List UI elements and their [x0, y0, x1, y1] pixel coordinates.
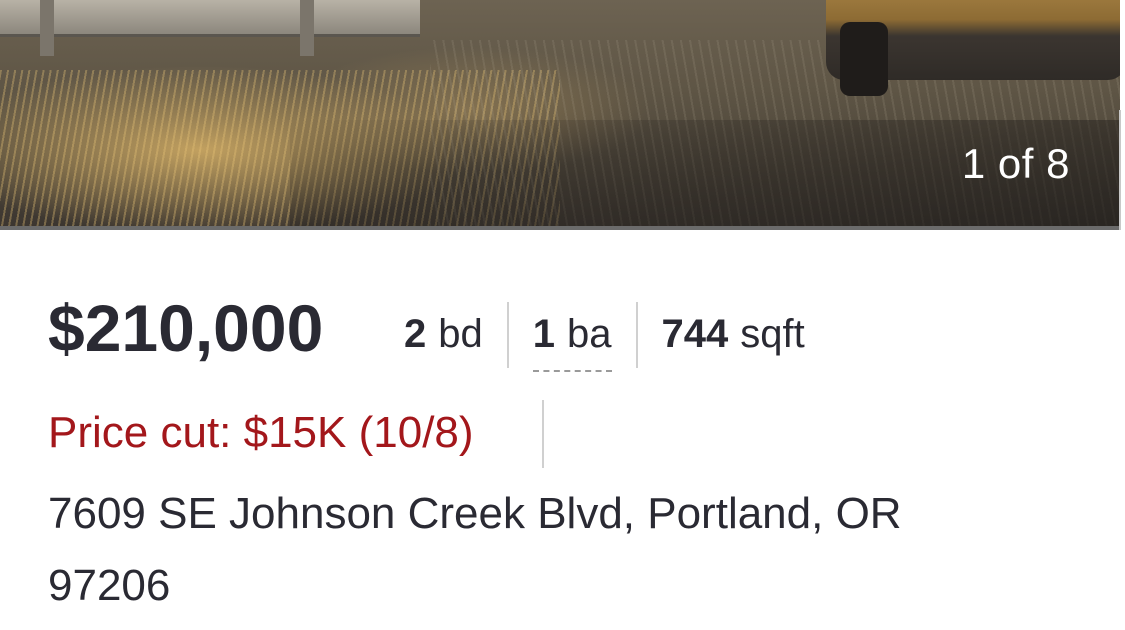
sqft-unit: sqft [740, 312, 805, 356]
price-cut-label: Price cut: $15K (10/8) [48, 408, 474, 457]
beds-unit: bd [438, 312, 483, 356]
listing-address: 7609 SE Johnson Creek Blvd, Portland, OR… [48, 478, 1048, 622]
baths-fact[interactable]: 1 ba [532, 302, 612, 372]
photo-fence [0, 0, 420, 37]
baths-unit: ba [567, 312, 612, 356]
photo-fence-post [300, 0, 314, 56]
photo-car-tire [840, 22, 888, 96]
baths-count: 1 [532, 312, 555, 356]
address-line-1: 7609 SE Johnson Creek Blvd, Portland, OR [48, 489, 902, 538]
beds-fact: 2 bd [404, 302, 483, 368]
right-edge-line [1119, 110, 1121, 230]
price-cut-divider [542, 400, 544, 468]
right-edge [1120, 0, 1125, 630]
sqft-fact: 744 sqft [662, 302, 805, 368]
photo-counter: 1 of 8 [961, 140, 1070, 187]
photo-fence-post [40, 0, 54, 56]
listing-photo[interactable]: 1 of 8 [0, 0, 1120, 226]
facts-divider [635, 302, 638, 368]
listing-card: 1 of 8 $210,000 2 bd 1 ba 744 sqft Price… [0, 0, 1125, 630]
address-line-2: 97206 [48, 561, 171, 610]
listing-price: $210,000 [48, 291, 324, 365]
listing-facts: 2 bd 1 ba 744 sqft [404, 302, 805, 372]
facts-divider [506, 302, 509, 368]
sqft-count: 744 [661, 312, 729, 356]
photo-bottom-border [0, 226, 1125, 230]
beds-count: 2 [404, 312, 427, 356]
